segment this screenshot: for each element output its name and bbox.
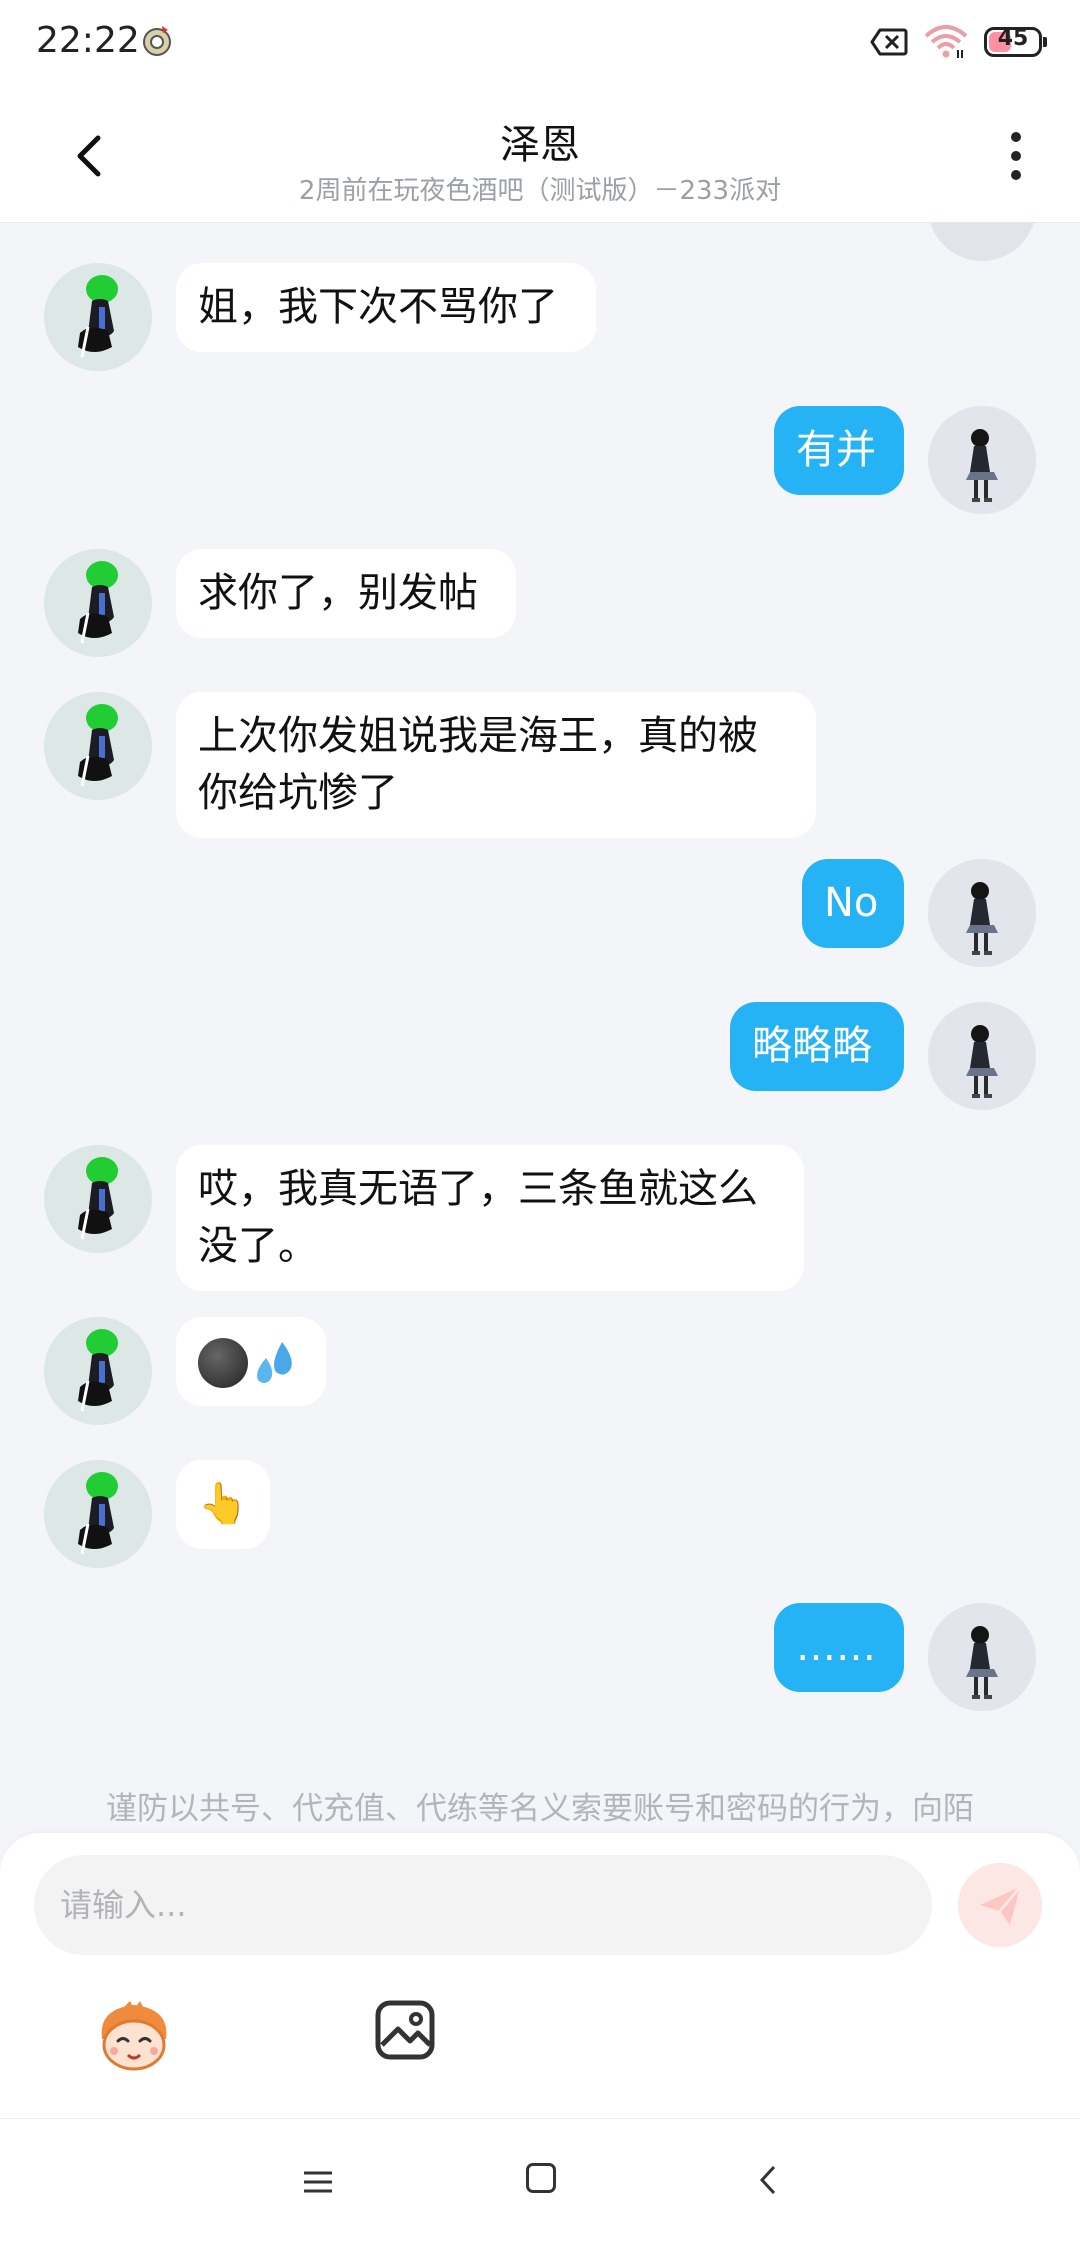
outgoing-message-bubble[interactable]: No xyxy=(802,859,904,948)
system-nav-bar xyxy=(0,2118,1080,2249)
incoming-message-bubble[interactable]: 👆 xyxy=(176,1460,270,1549)
partial-avatar xyxy=(928,223,1036,261)
my-avatar[interactable] xyxy=(928,1603,1036,1711)
input-panel: 请输入... xyxy=(0,1833,1080,2118)
incoming-message-bubble[interactable] xyxy=(176,1317,326,1406)
my-avatar[interactable] xyxy=(928,406,1036,514)
outgoing-message-bubble[interactable]: 略略略 xyxy=(730,1002,904,1091)
status-time: 22:22 xyxy=(36,20,140,61)
contact-avatar[interactable] xyxy=(44,1317,152,1425)
contact-avatar[interactable] xyxy=(44,549,152,657)
status-bar: 22:22 45 xyxy=(0,0,1080,86)
message-text: 上次你发姐说我是海王，真的被你给坑惨了 xyxy=(198,713,758,816)
safety-notice: 谨防以共号、代充值、代练等名义索要账号和密码的行为，向陌 xyxy=(106,1791,974,1827)
sweat-droplets-emoji-icon xyxy=(257,1342,292,1383)
message-text: …… xyxy=(796,1624,876,1670)
message-text: 有并 xyxy=(796,427,876,473)
battery-indicator: 45 xyxy=(984,26,1047,57)
image-picker-icon[interactable] xyxy=(374,1999,436,2061)
nav-back-icon[interactable] xyxy=(754,2163,784,2197)
dark-face-emoji-icon xyxy=(198,1338,248,1388)
contact-avatar[interactable] xyxy=(44,263,152,371)
contact-avatar[interactable] xyxy=(44,1460,152,1568)
recent-apps-icon[interactable] xyxy=(300,2167,336,2197)
contact-avatar[interactable] xyxy=(44,1145,152,1253)
chat-title: 泽恩 xyxy=(500,122,580,168)
message-text: 求你了，别发帖 xyxy=(198,570,478,616)
my-avatar[interactable] xyxy=(928,1002,1036,1110)
message-list[interactable]: 姐，我下次不骂你了 有并 求你了，别发帖 上次你发姐说我是海王，真的被你给坑惨了… xyxy=(0,223,1080,1833)
message-text: 👆 xyxy=(198,1481,248,1527)
outgoing-message-bubble[interactable]: …… xyxy=(774,1603,904,1692)
chat-header: 泽恩 2周前在玩夜色酒吧（测试版）－233派对 xyxy=(0,86,1080,223)
contact-avatar[interactable] xyxy=(44,692,152,800)
home-icon[interactable] xyxy=(526,2163,556,2193)
wifi-icon xyxy=(924,25,968,58)
no-sim-icon xyxy=(870,28,908,56)
message-text: 哎，我真无语了，三条鱼就这么没了。 xyxy=(198,1166,758,1269)
more-vertical-icon[interactable] xyxy=(996,126,1036,186)
chat-subtitle: 2周前在玩夜色酒吧（测试版）－233派对 xyxy=(298,176,782,206)
incoming-message-bubble[interactable]: 上次你发姐说我是海王，真的被你给坑惨了 xyxy=(176,692,816,838)
incoming-message-bubble[interactable]: 求你了，别发帖 xyxy=(176,549,516,638)
notification-app-icon xyxy=(143,26,171,56)
message-text: 略略略 xyxy=(752,1023,872,1069)
message-text: 姐，我下次不骂你了 xyxy=(198,284,558,330)
battery-percent: 45 xyxy=(997,26,1029,51)
incoming-message-bubble[interactable]: 哎，我真无语了，三条鱼就这么没了。 xyxy=(176,1145,804,1291)
mascot-emoji-icon[interactable] xyxy=(94,1999,174,2073)
outgoing-message-bubble[interactable]: 有并 xyxy=(774,406,904,495)
send-paper-plane-icon[interactable] xyxy=(958,1863,1042,1947)
incoming-message-bubble[interactable]: 姐，我下次不骂你了 xyxy=(176,263,596,352)
my-avatar[interactable] xyxy=(928,859,1036,967)
message-input[interactable]: 请输入... xyxy=(34,1855,932,1955)
message-text: No xyxy=(824,880,879,926)
